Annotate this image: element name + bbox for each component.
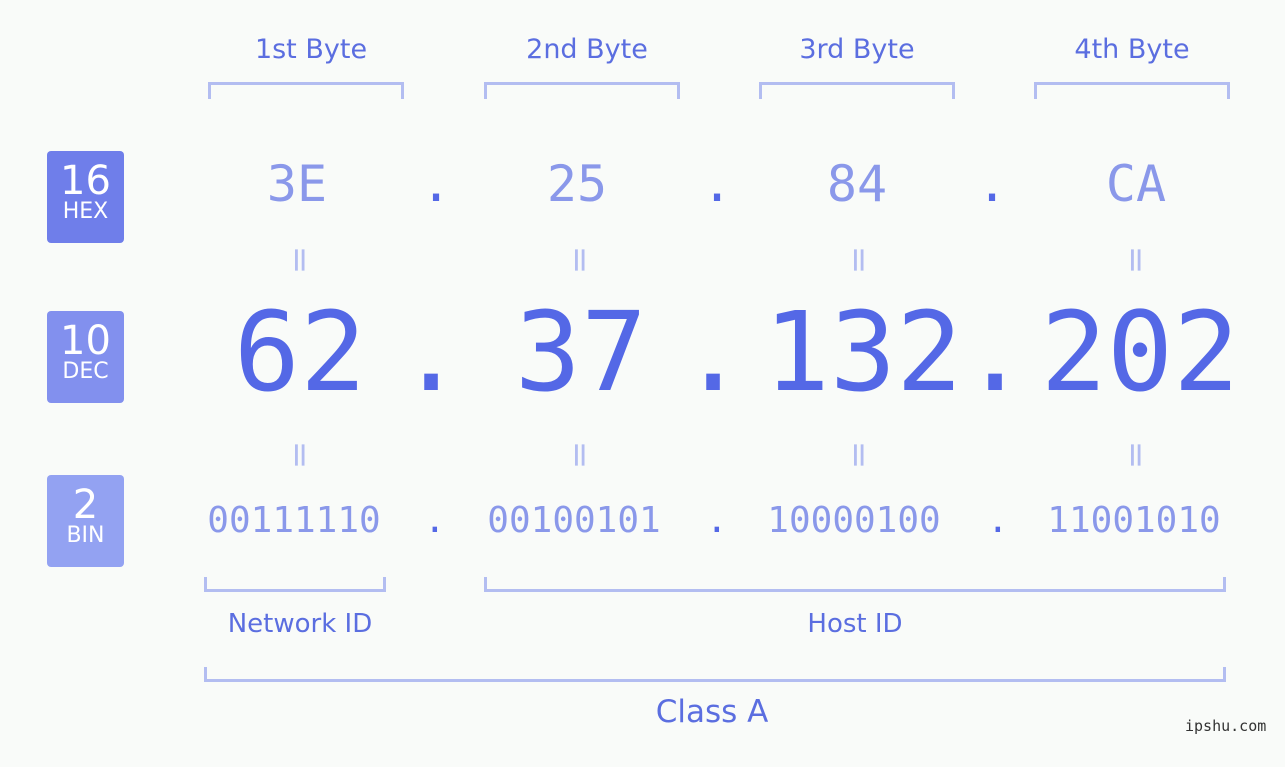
host-id-label: Host ID <box>807 609 903 639</box>
equals-sign-hex-4: = <box>1116 245 1156 275</box>
byte-label-4: 4th Byte <box>1074 34 1190 65</box>
byte-label-2: 2nd Byte <box>526 34 648 65</box>
hex-value-1: 3E <box>266 155 328 213</box>
equals-sign-hex-3: = <box>839 245 879 275</box>
hex-separator-2: . <box>702 155 733 213</box>
byte-bracket-4 <box>1034 82 1230 99</box>
dec-badge-label: DEC <box>62 359 109 384</box>
bin-value-2: 00100101 <box>487 500 661 541</box>
equals-sign-hex-1: = <box>280 245 320 275</box>
byte-bracket-2 <box>484 82 680 99</box>
equals-sign-bin-1: = <box>280 440 320 470</box>
hex-badge-label: HEX <box>62 199 109 224</box>
dec-value-2: 37 <box>514 288 648 416</box>
bin-value-3: 10000100 <box>767 500 941 541</box>
equals-sign-bin-4: = <box>1116 440 1156 470</box>
hex-separator-1: . <box>421 155 452 213</box>
class-label: Class A <box>655 694 769 730</box>
hex-value-3: 84 <box>826 155 888 213</box>
dec-value-1: 62 <box>233 288 367 416</box>
dec-badge-number: 10 <box>60 318 111 364</box>
watermark: ipshu.com <box>1185 717 1267 735</box>
dec-badge: 10 DEC <box>47 311 124 403</box>
hex-value-2: 25 <box>546 155 608 213</box>
bin-value-4: 11001010 <box>1047 500 1221 541</box>
bin-badge-number: 2 <box>72 482 99 528</box>
class-bracket <box>204 667 1226 682</box>
network-id-label: Network ID <box>227 609 373 639</box>
host-id-bracket <box>484 577 1226 592</box>
hex-separator-3: . <box>977 155 1008 213</box>
bin-separator-1: . <box>424 500 446 541</box>
hex-value-4: CA <box>1105 155 1167 213</box>
bin-badge: 2 BIN <box>47 475 124 567</box>
hex-badge-number: 16 <box>60 158 111 204</box>
equals-sign-bin-2: = <box>560 440 600 470</box>
bin-value-1: 00111110 <box>207 500 381 541</box>
hex-badge: 16 HEX <box>47 151 124 243</box>
byte-bracket-3 <box>759 82 955 99</box>
equals-sign-hex-2: = <box>560 245 600 275</box>
network-id-bracket <box>204 577 386 592</box>
dec-value-3: 132 <box>763 288 963 416</box>
bin-badge-label: BIN <box>66 523 105 548</box>
byte-label-3: 3rd Byte <box>799 34 915 65</box>
byte-label-1: 1st Byte <box>254 34 368 65</box>
byte-bracket-1 <box>208 82 404 99</box>
equals-sign-bin-3: = <box>839 440 879 470</box>
dec-value-4: 202 <box>1040 288 1240 416</box>
